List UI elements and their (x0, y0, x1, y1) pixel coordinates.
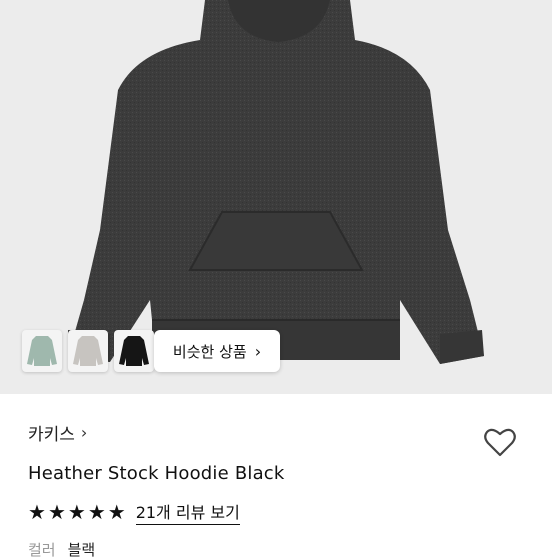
star-icon: ★ (67, 500, 86, 524)
star-icon: ★ (47, 500, 66, 524)
similar-products-button[interactable]: 비슷한 상품 › (154, 330, 280, 372)
brand-link[interactable]: 카키스 › (28, 420, 532, 445)
color-value: 블랙 (67, 541, 96, 559)
star-icon: ★ (28, 500, 46, 524)
gray-hoodie-thumbnail[interactable] (68, 330, 108, 372)
rating-row: ★ ★ ★ ★ ★ 21개 리뷰 보기 (28, 499, 532, 525)
color-label: 컬러 (28, 541, 56, 559)
color-row: 컬러 블랙 (28, 539, 532, 560)
similar-products-label: 비슷한 상품 (172, 342, 247, 361)
product-title: Heather Stock Hoodie Black (28, 463, 285, 484)
reviews-link[interactable]: 21개 리뷰 보기 (135, 499, 240, 525)
chevron-right-icon: › (80, 423, 88, 442)
black-hoodie-icon (119, 336, 149, 366)
gray-hoodie-icon (73, 336, 103, 366)
star-icon: ★ (107, 500, 126, 524)
mint-hoodie-thumbnail[interactable] (22, 330, 62, 372)
color-thumbnails (22, 330, 154, 372)
black-hoodie-thumbnail[interactable] (114, 330, 154, 372)
chevron-right-icon: › (254, 341, 262, 361)
heart-icon[interactable] (482, 424, 518, 460)
star-rating: ★ ★ ★ ★ ★ (28, 502, 126, 522)
product-info: 카키스 › Heather Stock Hoodie Black ★ ★ ★ ★… (28, 420, 532, 560)
star-icon: ★ (87, 500, 106, 524)
brand-name: 카키스 (28, 425, 75, 445)
mint-hoodie-icon (27, 336, 57, 366)
